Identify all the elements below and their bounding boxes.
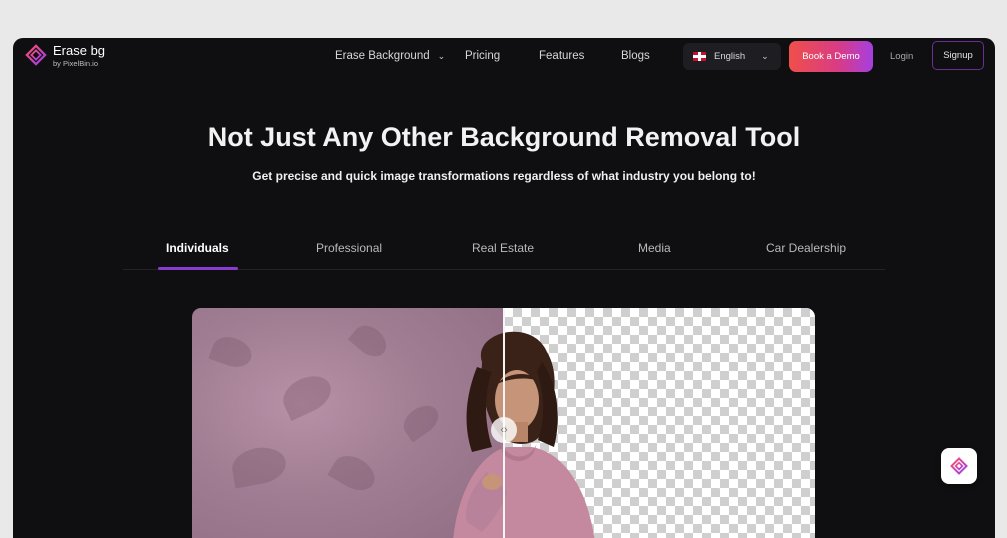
nav-erase-background[interactable]: Erase Background ⌄ <box>335 50 445 62</box>
flag-uk-icon <box>693 52 706 61</box>
tab-professional[interactable]: Professional <box>316 241 382 255</box>
tab-media[interactable]: Media <box>638 241 671 255</box>
brand-name: Erase bg <box>53 43 106 58</box>
nav-blogs[interactable]: Blogs <box>621 50 650 62</box>
leaf-pattern <box>277 369 337 421</box>
leaf-pattern <box>208 332 256 372</box>
login-link[interactable]: Login <box>890 51 913 62</box>
logo-icon <box>25 44 47 66</box>
chat-widget-icon <box>950 457 968 475</box>
brand-logo[interactable]: Erase bg by PixelBin.io <box>25 44 105 68</box>
hero-title: Not Just Any Other Background Removal To… <box>207 122 801 152</box>
nav-pricing[interactable]: Pricing <box>465 50 500 62</box>
before-after-comparison[interactable]: ‹› <box>192 308 815 538</box>
browser-viewport: Erase bg by PixelBin.io Erase Background… <box>13 38 995 538</box>
tab-car-dealership[interactable]: Car Dealership <box>766 241 846 255</box>
chat-widget-button[interactable] <box>941 448 977 484</box>
tab-real-estate[interactable]: Real Estate <box>472 241 534 255</box>
nav-erase-background-label: Erase Background <box>335 50 430 62</box>
chevron-down-icon: ⌄ <box>437 51 446 61</box>
nav-features[interactable]: Features <box>539 50 584 62</box>
brand-subtitle: by PixelBin.io <box>53 59 99 68</box>
leaf-pattern <box>347 319 393 363</box>
active-tab-indicator <box>158 267 238 270</box>
compare-handle-icon[interactable]: ‹› <box>491 417 517 443</box>
hero-subtitle: Get precise and quick image transformati… <box>252 169 756 183</box>
tab-individuals[interactable]: Individuals <box>166 241 229 255</box>
book-demo-button[interactable]: Book a Demo <box>789 41 873 72</box>
subject-person <box>453 331 595 538</box>
leaf-pattern <box>327 449 381 497</box>
industry-tabs: Individuals Professional Real Estate Med… <box>123 230 885 270</box>
language-selector[interactable]: English ⌄ <box>683 43 781 70</box>
language-label: English <box>714 51 746 62</box>
top-navbar: Erase bg by PixelBin.io Erase Background… <box>13 38 995 76</box>
signup-button[interactable]: Signup <box>932 41 984 70</box>
chevron-down-icon: ⌄ <box>761 51 769 61</box>
leaf-pattern <box>229 443 289 489</box>
